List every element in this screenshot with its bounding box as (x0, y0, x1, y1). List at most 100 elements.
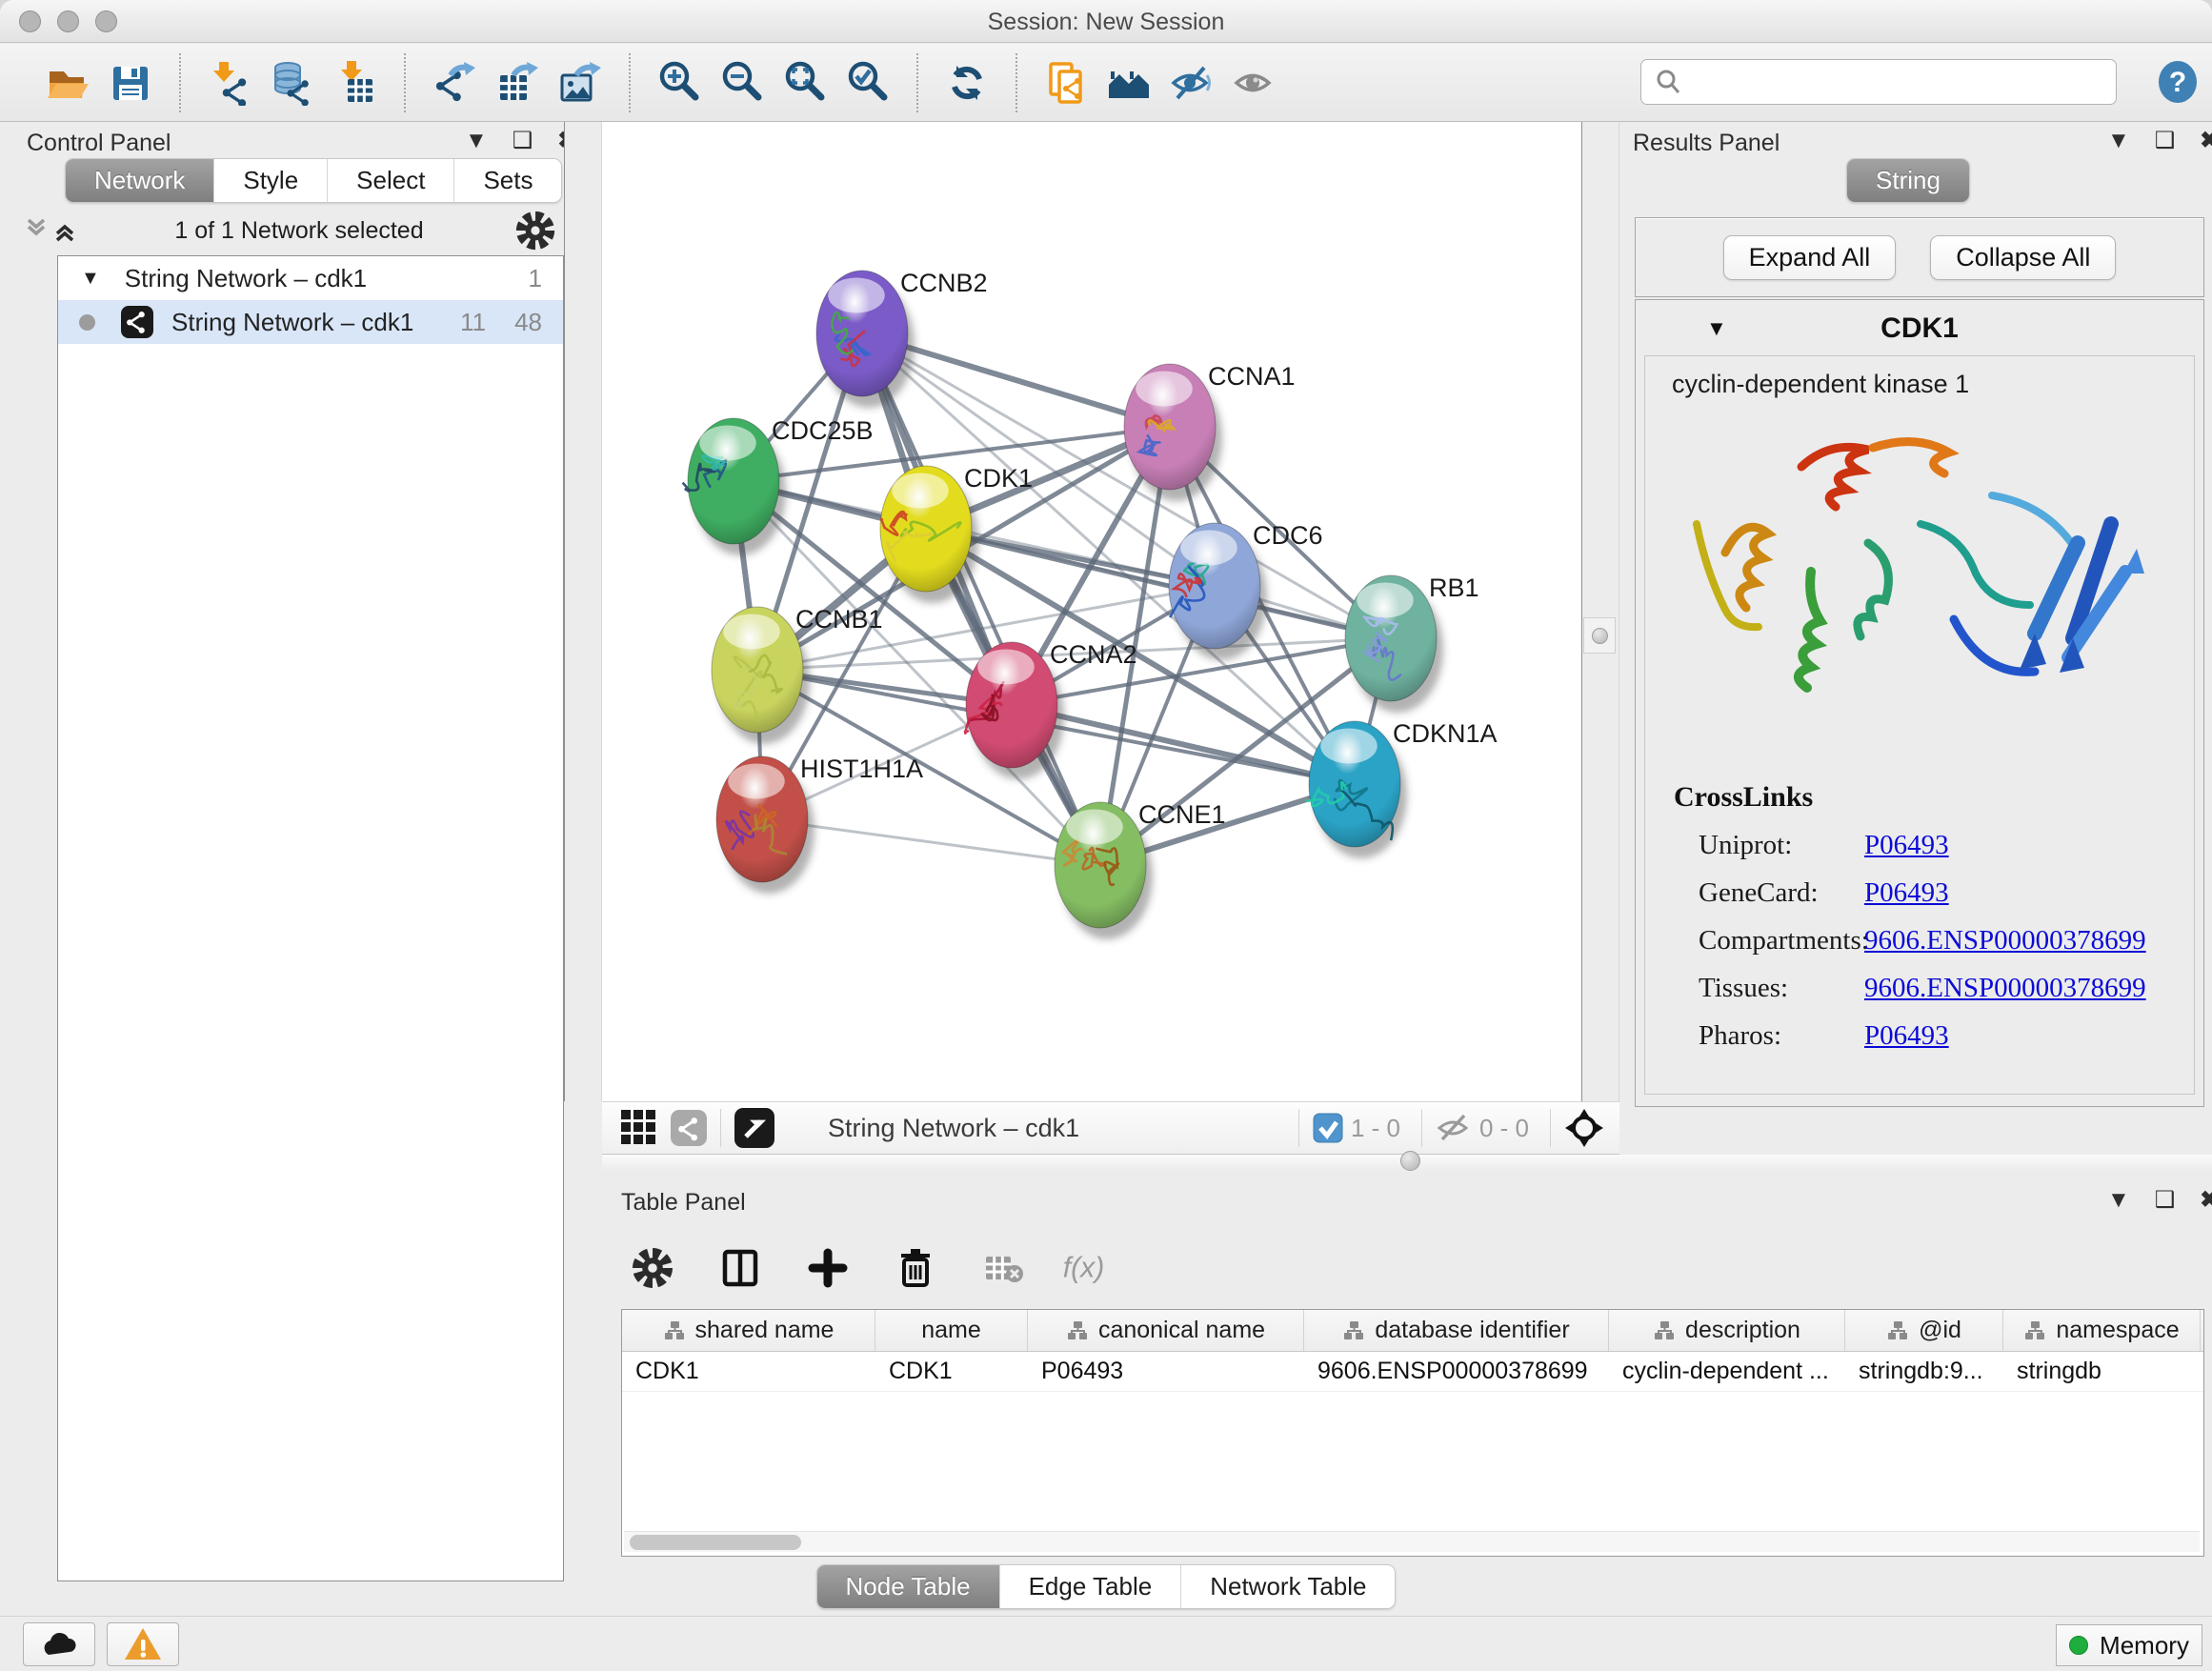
crosshair-icon[interactable] (1564, 1108, 1604, 1148)
column-header-shared-name[interactable]: shared name (622, 1310, 875, 1351)
documents-share-button[interactable] (1035, 51, 1097, 114)
table-row[interactable]: CDK1CDK1P064939606.ENSP00000378699cyclin… (622, 1352, 2203, 1392)
table-cell[interactable]: CDK1 (875, 1352, 1028, 1391)
column-header-name[interactable]: name (875, 1310, 1028, 1351)
table-cell[interactable]: P06493 (1028, 1352, 1304, 1391)
float-panel-icon[interactable]: ❑ (513, 130, 533, 152)
memory-button[interactable]: Memory (2056, 1624, 2202, 1666)
cloud-button[interactable] (23, 1622, 95, 1666)
import-network-database-button[interactable] (261, 51, 324, 114)
network-node[interactable]: CDC25B (683, 416, 874, 555)
crosslink-link[interactable]: 9606.ENSP00000378699 (1864, 973, 2146, 1004)
network-node[interactable]: HIST1H1A (716, 755, 923, 894)
crosslink-link[interactable]: P06493 (1864, 1020, 1949, 1052)
selected-checkbox-icon[interactable] (1313, 1113, 1343, 1143)
grid-view-icon[interactable] (621, 1110, 657, 1146)
columns-button[interactable] (709, 1237, 772, 1299)
network-node[interactable]: CCNB1 (712, 605, 883, 744)
table-cell[interactable]: stringdb:9... (1845, 1352, 2003, 1391)
table-horizontal-scrollbar[interactable] (624, 1531, 2200, 1552)
column-header-@id[interactable]: @id (1845, 1310, 2003, 1351)
eye-slash-button[interactable] (1160, 51, 1223, 114)
network-node[interactable]: CCNB2 (816, 269, 988, 408)
warnings-button[interactable] (107, 1622, 179, 1666)
network-collection-row[interactable]: ▼ String Network – cdk1 1 (58, 256, 563, 300)
network-node[interactable]: CDK1 (880, 464, 1033, 603)
close-panel-icon[interactable]: ✖ (2200, 1189, 2212, 1212)
network-node[interactable]: RB1 (1345, 574, 1479, 713)
crosslink-link[interactable]: P06493 (1864, 830, 1949, 861)
fx-button[interactable]: f(x) (1059, 1237, 1122, 1299)
open-session-button[interactable] (36, 51, 99, 114)
float-panel-icon[interactable]: ❑ (2155, 130, 2176, 152)
network-node[interactable]: CCNE1 (1055, 800, 1226, 939)
trash-button[interactable] (884, 1237, 947, 1299)
collapse-panel-icon[interactable]: ▼ (2107, 1189, 2130, 1212)
table-cell[interactable]: CDK1 (622, 1352, 875, 1391)
export-table-button[interactable] (486, 51, 549, 114)
float-panel-icon[interactable]: ❑ (2155, 1189, 2176, 1212)
add-button[interactable] (796, 1237, 859, 1299)
crosslink-link[interactable]: P06493 (1864, 877, 1949, 909)
table-cell[interactable]: cyclin-dependent ... (1609, 1352, 1845, 1391)
gear-button[interactable] (621, 1237, 684, 1299)
houses-button[interactable] (1097, 51, 1160, 114)
network-options-gear-icon[interactable] (513, 208, 558, 253)
column-header-namespace[interactable]: namespace (2003, 1310, 2201, 1351)
network-edge[interactable] (862, 333, 1100, 865)
tab-string[interactable]: String (1847, 159, 1969, 202)
birds-eye-view-icon[interactable] (734, 1108, 774, 1148)
tab-style[interactable]: Style (213, 159, 327, 202)
zoom-fit-button[interactable] (774, 51, 836, 114)
network-share-icon[interactable] (671, 1110, 707, 1146)
zoom-out-button[interactable] (711, 51, 774, 114)
splitter-handle[interactable] (1400, 1151, 1420, 1171)
network-row[interactable]: String Network – cdk1 11 48 (58, 300, 563, 344)
network-canvas[interactable]: CCNB2 CCNA1 CDC25BCDK1 CDC6RB1 CCNB1 CCNA2 CDK… (602, 122, 1581, 1101)
network-node[interactable]: CCNA2 (964, 640, 1137, 779)
entry-disclosure-icon[interactable]: ▼ (1706, 316, 1727, 341)
tab-network[interactable]: Network (66, 159, 213, 202)
table-cell[interactable]: stringdb (2003, 1352, 2201, 1391)
shared-column-icon (1653, 1319, 1676, 1342)
export-image-button[interactable] (549, 51, 612, 114)
splitter-handle[interactable] (1583, 617, 1616, 654)
refresh-layout-button[interactable] (935, 51, 998, 114)
hidden-eye-icon[interactable] (1436, 1110, 1472, 1146)
collapse-all-button[interactable]: Collapse All (1930, 235, 2116, 280)
tab-edge-table[interactable]: Edge Table (999, 1565, 1181, 1608)
expand-collapse-chevrons[interactable] (25, 214, 86, 247)
tab-node-table[interactable]: Node Table (817, 1565, 999, 1608)
crosslink-link[interactable]: 9606.ENSP00000378699 (1864, 925, 2146, 956)
tab-select[interactable]: Select (327, 159, 453, 202)
network-node[interactable]: CCNA1 (1124, 362, 1296, 501)
import-network-file-button[interactable] (198, 51, 261, 114)
export-network-button[interactable] (423, 51, 486, 114)
table-cell[interactable]: 9606.ENSP00000378699 (1304, 1352, 1609, 1391)
close-panel-icon[interactable]: ✖ (2200, 130, 2212, 152)
scrollbar-thumb[interactable] (630, 1535, 801, 1550)
network-node[interactable]: CDC6 (1169, 521, 1323, 660)
column-header-canonical-name[interactable]: canonical name (1028, 1310, 1304, 1351)
right-splitter[interactable] (1581, 122, 1619, 1101)
column-header-database-identifier[interactable]: database identifier (1304, 1310, 1609, 1351)
network-node[interactable]: CDKN1A (1306, 719, 1498, 858)
delete-table-button[interactable] (972, 1237, 1035, 1299)
collapse-panel-icon[interactable]: ▼ (465, 130, 488, 152)
save-session-button[interactable] (99, 51, 162, 114)
collapse-panel-icon[interactable]: ▼ (2107, 130, 2130, 152)
expand-all-button[interactable]: Expand All (1723, 235, 1897, 280)
zoom-selected-button[interactable] (836, 51, 899, 114)
help-button[interactable]: ? (2155, 59, 2201, 105)
eye-button[interactable] (1223, 51, 1286, 114)
column-header-description[interactable]: description (1609, 1310, 1845, 1351)
tab-network-table[interactable]: Network Table (1180, 1565, 1395, 1608)
tab-sets[interactable]: Sets (453, 159, 561, 202)
collection-disclosure-icon[interactable]: ▼ (81, 268, 100, 290)
import-table-file-button[interactable] (324, 51, 387, 114)
results-entry-header[interactable]: ▼ CDK1 (1636, 306, 2203, 352)
search-input[interactable] (1683, 63, 2116, 101)
left-splitter[interactable] (564, 122, 602, 1101)
horizontal-splitter[interactable] (602, 1155, 2212, 1170)
zoom-in-button[interactable] (648, 51, 711, 114)
